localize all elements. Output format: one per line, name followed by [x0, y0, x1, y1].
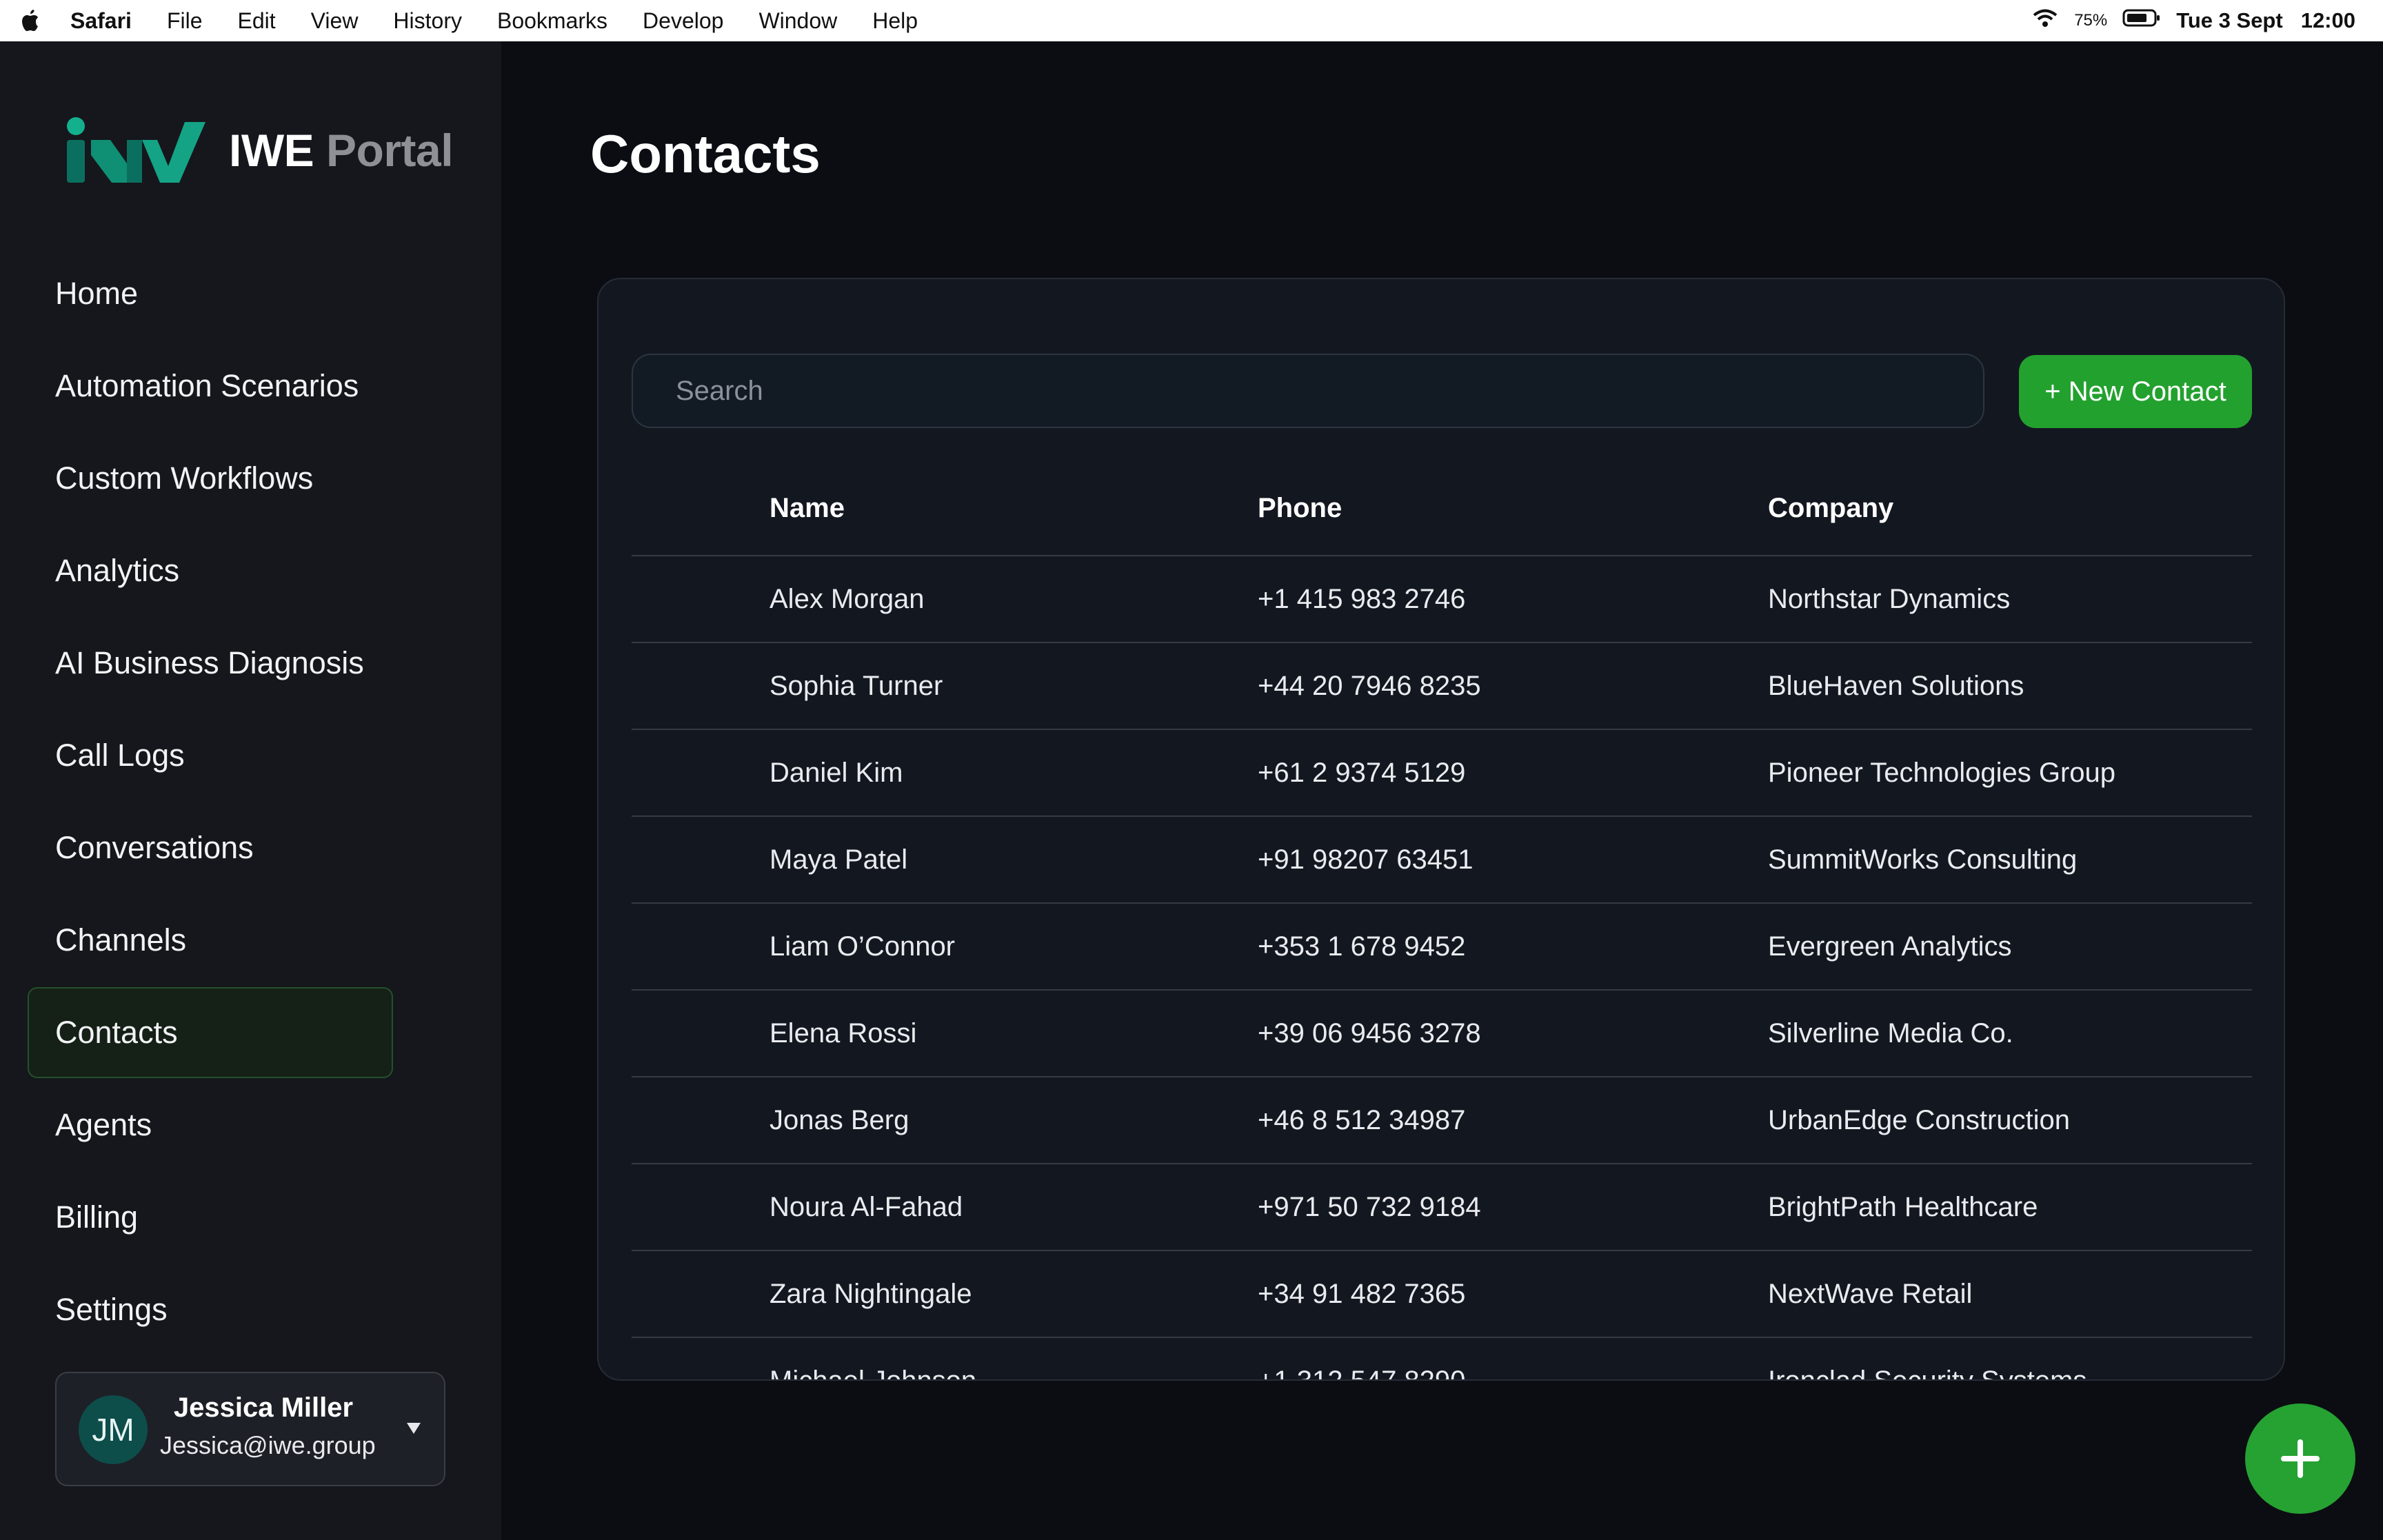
status-area: 75% Tue 3 Sept 12:00: [2016, 0, 2355, 41]
table-header: Name Phone Company: [632, 460, 2252, 556]
sidebar-item-conversations[interactable]: Conversations: [28, 802, 393, 893]
contact-company: Evergreen Analytics: [1768, 931, 2012, 962]
user-menu[interactable]: JM Jessica Miller Jessica@iwe.group: [55, 1372, 445, 1486]
menu-bar: Safari File Edit View History Bookmarks …: [0, 0, 2383, 41]
contact-name: Alex Morgan: [770, 584, 925, 614]
contact-company: BlueHaven Solutions: [1768, 671, 2024, 701]
contact-name: Daniel Kim: [770, 758, 903, 788]
table-row[interactable]: Daniel Kim +61 2 9374 5129 Pioneer Techn…: [632, 730, 2252, 817]
contact-company: Northstar Dynamics: [1768, 584, 2011, 614]
sidebar-item-agents[interactable]: Agents: [28, 1080, 393, 1171]
menu-window[interactable]: Window: [758, 8, 837, 34]
table-row[interactable]: Noura Al-Fahad +971 50 732 9184 BrightPa…: [632, 1164, 2252, 1251]
brand-name: IWE Portal: [229, 124, 454, 176]
contact-phone: +91 98207 63451: [1258, 844, 1474, 875]
menu-develop[interactable]: Develop: [643, 8, 723, 34]
menu-bookmarks[interactable]: Bookmarks: [497, 8, 607, 34]
wifi-icon[interactable]: [2031, 8, 2059, 34]
battery-percent: 75%: [2074, 11, 2108, 30]
contact-phone: +61 2 9374 5129: [1258, 758, 1466, 788]
sidebar-item-custom-workflows[interactable]: Custom Workflows: [28, 433, 393, 524]
table-row[interactable]: Michael Johnson +1 312 547 8290 Ironclad…: [632, 1338, 2252, 1381]
contact-phone: +971 50 732 9184: [1258, 1192, 1481, 1222]
sidebar-item-contacts[interactable]: Contacts: [28, 987, 393, 1078]
sidebar-item-home[interactable]: Home: [28, 248, 393, 339]
user-email: Jessica@iwe.group: [160, 1431, 376, 1459]
menu-time[interactable]: 12:00: [2301, 8, 2355, 33]
sidebar-item-settings[interactable]: Settings: [28, 1264, 393, 1355]
iwe-logo: [67, 117, 205, 183]
contact-company: UrbanEdge Construction: [1768, 1105, 2071, 1135]
contact-name: Maya Patel: [770, 844, 908, 875]
table-row[interactable]: Sophia Turner +44 20 7946 8235 BlueHaven…: [632, 643, 2252, 730]
contact-name: Liam O’Connor: [770, 931, 956, 962]
chevron-down-icon[interactable]: [405, 1420, 422, 1437]
contact-phone: +46 8 512 34987: [1258, 1105, 1466, 1135]
table-row[interactable]: Elena Rossi +39 06 9456 3278 Silverline …: [632, 991, 2252, 1077]
column-header-name[interactable]: Name: [770, 493, 845, 524]
contact-phone: +1 415 983 2746: [1258, 584, 1466, 614]
brand-name-main: IWE: [229, 124, 314, 176]
apple-icon[interactable]: [18, 8, 43, 33]
menu-view[interactable]: View: [311, 8, 359, 34]
search-input[interactable]: [632, 354, 1984, 428]
contact-company: Ironclad Security Systems: [1768, 1366, 2087, 1381]
contact-phone: +39 06 9456 3278: [1258, 1018, 1481, 1048]
table-row[interactable]: Zara Nightingale +34 91 482 7365 NextWav…: [632, 1251, 2252, 1338]
contact-phone: +44 20 7946 8235: [1258, 671, 1481, 701]
contact-name: Noura Al-Fahad: [770, 1192, 963, 1222]
add-fab-button[interactable]: [2245, 1404, 2355, 1514]
contact-name: Elena Rossi: [770, 1018, 917, 1048]
new-contact-button[interactable]: + New Contact: [2019, 355, 2252, 428]
contact-company: Pioneer Technologies Group: [1768, 758, 2116, 788]
contact-phone: +34 91 482 7365: [1258, 1279, 1466, 1309]
avatar: JM: [79, 1395, 148, 1464]
sidebar: IWE Portal Home Automation Scenarios Cus…: [0, 41, 501, 1540]
menu-history[interactable]: History: [393, 8, 462, 34]
menu-file[interactable]: File: [167, 8, 203, 34]
contact-name: Michael Johnson: [770, 1366, 977, 1381]
menu-edit[interactable]: Edit: [238, 8, 276, 34]
menu-help[interactable]: Help: [872, 8, 918, 34]
contact-company: BrightPath Healthcare: [1768, 1192, 2038, 1222]
contacts-card: + New Contact Name Phone Company Alex Mo…: [597, 278, 2285, 1381]
contact-phone: +1 312 547 8290: [1258, 1366, 1466, 1381]
user-name: Jessica Miller: [173, 1392, 354, 1423]
sidebar-item-ai-business-diagnosis[interactable]: AI Business Diagnosis: [28, 618, 393, 709]
sidebar-item-analytics[interactable]: Analytics: [28, 525, 393, 616]
battery-icon[interactable]: [2122, 8, 2161, 33]
sidebar-item-channels[interactable]: Channels: [28, 895, 393, 986]
table-row[interactable]: Jonas Berg +46 8 512 34987 UrbanEdge Con…: [632, 1077, 2252, 1164]
menu-date[interactable]: Tue 3 Sept: [2176, 8, 2282, 33]
table-row[interactable]: Liam O’Connor +353 1 678 9452 Evergreen …: [632, 904, 2252, 991]
contacts-table: Name Phone Company Alex Morgan +1 415 98…: [632, 460, 2252, 1381]
menu-app-name[interactable]: Safari: [70, 8, 132, 34]
contact-company: Silverline Media Co.: [1768, 1018, 2013, 1048]
sidebar-item-billing[interactable]: Billing: [28, 1172, 393, 1263]
column-header-phone[interactable]: Phone: [1258, 493, 1342, 524]
contact-company: NextWave Retail: [1768, 1279, 1973, 1309]
table-row[interactable]: Maya Patel +91 98207 63451 SummitWorks C…: [632, 817, 2252, 904]
plus-icon: [2281, 1439, 2320, 1478]
brand[interactable]: IWE Portal: [63, 114, 454, 186]
contact-company: SummitWorks Consulting: [1768, 844, 2078, 875]
sidebar-item-automation-scenarios[interactable]: Automation Scenarios: [28, 341, 393, 432]
contact-phone: +353 1 678 9452: [1258, 931, 1466, 962]
contact-name: Sophia Turner: [770, 671, 943, 701]
sidebar-item-call-logs[interactable]: Call Logs: [28, 710, 393, 801]
contact-name: Zara Nightingale: [770, 1279, 972, 1309]
page-title: Contacts: [590, 123, 821, 184]
table-row[interactable]: Alex Morgan +1 415 983 2746 Northstar Dy…: [632, 556, 2252, 643]
contact-name: Jonas Berg: [770, 1105, 909, 1135]
brand-name-accent: Portal: [326, 124, 454, 176]
column-header-company[interactable]: Company: [1768, 493, 1893, 524]
